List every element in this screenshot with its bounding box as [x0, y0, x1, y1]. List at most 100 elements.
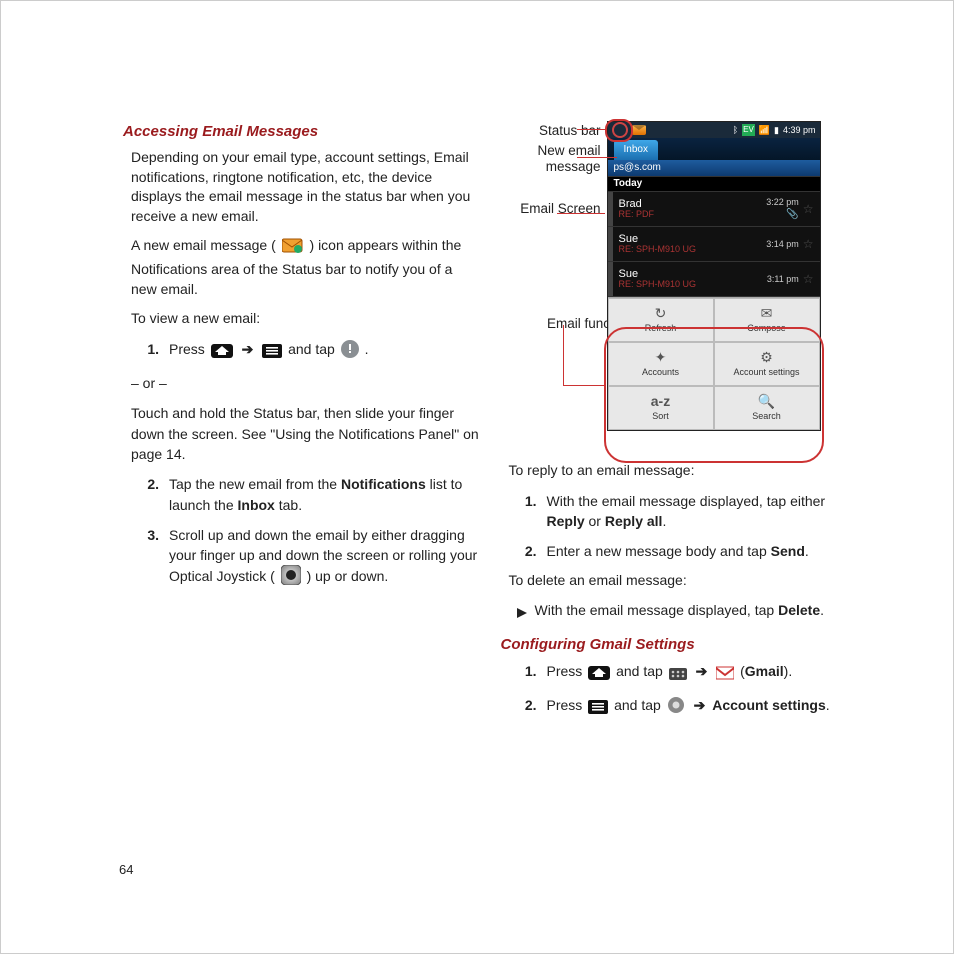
text: Tap the new email from the	[169, 476, 341, 492]
phone-screenshot: ᛒ EV 📶 ▮ 4:39 pm Inbox ps@s.com Today Br…	[607, 121, 821, 431]
text: ) up or down.	[307, 568, 389, 584]
paragraph: A new email message ( ) icon appears wit…	[131, 236, 481, 299]
paragraph: To delete an email message:	[509, 571, 859, 591]
reply-step-1: 1. With the email message displayed, tap…	[509, 491, 859, 532]
compose-icon: ✉	[761, 306, 773, 320]
star-icon: ☆	[803, 201, 814, 218]
bluetooth-icon: ᛒ	[733, 124, 738, 137]
bold: Notifications	[341, 476, 426, 492]
step-text: Enter a new message body and tap Send.	[547, 541, 859, 561]
callout-new-email: New email message	[509, 143, 601, 174]
gear-icon: ⚙	[760, 350, 773, 364]
refresh-icon: ↻	[655, 306, 667, 320]
phone-tab-bar: Inbox	[608, 138, 820, 160]
step-text: Press and tap ➔ Account settings.	[547, 695, 859, 719]
email-time: 3:14 pm	[766, 238, 799, 251]
arrow-icon: ➔	[694, 697, 706, 713]
battery-icon: ▮	[774, 124, 779, 137]
arrow-icon: ➔	[242, 341, 254, 357]
text: tab.	[275, 497, 302, 513]
paragraph: To view a new email:	[131, 309, 481, 329]
email-subject: RE: SPH-M910 UG	[619, 280, 763, 290]
callout-status-bar: Status bar	[539, 123, 601, 139]
notifications-icon	[341, 340, 359, 363]
email-subject: RE: PDF	[619, 210, 763, 220]
phone-figure: Status bar New email message Email Scree…	[509, 121, 859, 451]
search-icon: 🔍	[758, 394, 775, 408]
account-header: ps@s.com	[608, 160, 820, 176]
step-number: 1.	[509, 661, 547, 685]
signal-icon: 📶	[759, 124, 770, 137]
arrow-icon: ➔	[696, 663, 708, 679]
phone-options-menu: ↻Refresh ✉Compose ✦Accounts ⚙Account set…	[608, 297, 820, 430]
right-column: Status bar New email message Email Scree…	[509, 121, 859, 903]
triangle-bullet-icon	[517, 604, 527, 624]
phone-status-bar: ᛒ EV 📶 ▮ 4:39 pm	[608, 122, 820, 138]
email-time: 3:11 pm	[767, 273, 799, 286]
paragraph: Depending on your email type, account se…	[131, 148, 481, 226]
callout-labels: Status bar New email message Email Scree…	[509, 121, 601, 451]
inbox-tab: Inbox	[614, 140, 658, 160]
step-1-or: – or –	[131, 373, 481, 393]
bold: Inbox	[238, 497, 275, 513]
gear-icon	[667, 696, 685, 719]
email-row: SueRE: SPH-M910 UG 3:11 pm ☆	[608, 262, 820, 297]
section-heading-accessing-email: Accessing Email Messages	[123, 121, 481, 142]
day-header: Today	[608, 176, 820, 192]
callout-email-screen: Email Screen	[520, 201, 600, 217]
new-email-envelope-icon	[282, 238, 304, 260]
step-text: Scroll up and down the email by either d…	[169, 525, 481, 591]
menu-accounts: ✦Accounts	[608, 342, 714, 386]
step-text: With the email message displayed, tap De…	[535, 601, 825, 624]
step-1: 1. Press ➔ and tap .	[131, 339, 481, 363]
email-row: BradRE: PDF 3:22 pm📎 ☆	[608, 192, 820, 227]
step-number: 2.	[131, 474, 169, 515]
menu-compose: ✉Compose	[714, 298, 820, 342]
step-2: 2. Tap the new email from the Notificati…	[131, 474, 481, 515]
section-heading-gmail-settings: Configuring Gmail Settings	[501, 634, 859, 655]
step-number: 1.	[509, 491, 547, 532]
star-icon: ☆	[803, 271, 814, 288]
menu-account-settings: ⚙Account settings	[714, 342, 820, 386]
network-icon: EV	[742, 124, 755, 135]
accounts-icon: ✦	[655, 350, 667, 364]
step-text: Press and tap ➔ (Gmail).	[547, 661, 859, 685]
home-key-icon	[588, 665, 610, 685]
gmail-step-1: 1. Press and tap ➔ (Gmail).	[509, 661, 859, 685]
reply-step-2: 2. Enter a new message body and tap Send…	[509, 541, 859, 561]
menu-sort: a-zSort	[608, 386, 714, 430]
step-text: With the email message displayed, tap ei…	[547, 491, 859, 532]
step-number: 2.	[509, 541, 547, 561]
status-new-email-icon	[632, 125, 646, 135]
email-subject: RE: SPH-M910 UG	[619, 245, 763, 255]
email-row: SueRE: SPH-M910 UG 3:14 pm ☆	[608, 227, 820, 262]
step-text: Tap the new email from the Notifications…	[169, 474, 481, 515]
paragraph: To reply to an email message:	[509, 461, 859, 481]
email-time: 3:22 pm	[766, 196, 799, 209]
optical-joystick-icon	[281, 565, 301, 590]
sort-icon: a-z	[651, 394, 670, 408]
text: Press	[169, 341, 209, 357]
star-icon: ☆	[803, 236, 814, 253]
step-number: 3.	[131, 525, 169, 591]
ordered-steps: 1. With the email message displayed, tap…	[509, 491, 859, 562]
text: .	[365, 341, 369, 357]
text: and tap	[288, 341, 339, 357]
step-number: 2.	[509, 695, 547, 719]
ordered-steps: 1. Press ➔ and tap .	[131, 339, 481, 363]
menu-key-icon	[588, 699, 608, 719]
menu-key-icon	[262, 343, 282, 363]
step-text: Press ➔ and tap .	[169, 339, 481, 363]
gmail-icon	[716, 665, 734, 685]
menu-refresh: ↻Refresh	[608, 298, 714, 342]
menu-search: 🔍Search	[714, 386, 820, 430]
apps-grid-icon	[669, 665, 687, 685]
text: A new email message (	[131, 237, 280, 253]
ordered-steps: 2. Tap the new email from the Notificati…	[131, 474, 481, 590]
gmail-step-2: 2. Press and tap ➔ Account settings.	[509, 695, 859, 719]
ordered-steps: 1. Press and tap ➔ (Gmail). 2. Press and	[509, 661, 859, 720]
manual-page: Accessing Email Messages Depending on yo…	[0, 0, 954, 954]
status-time: 4:39 pm	[783, 124, 816, 137]
left-column: Accessing Email Messages Depending on yo…	[131, 121, 481, 903]
delete-step: With the email message displayed, tap De…	[517, 601, 859, 624]
